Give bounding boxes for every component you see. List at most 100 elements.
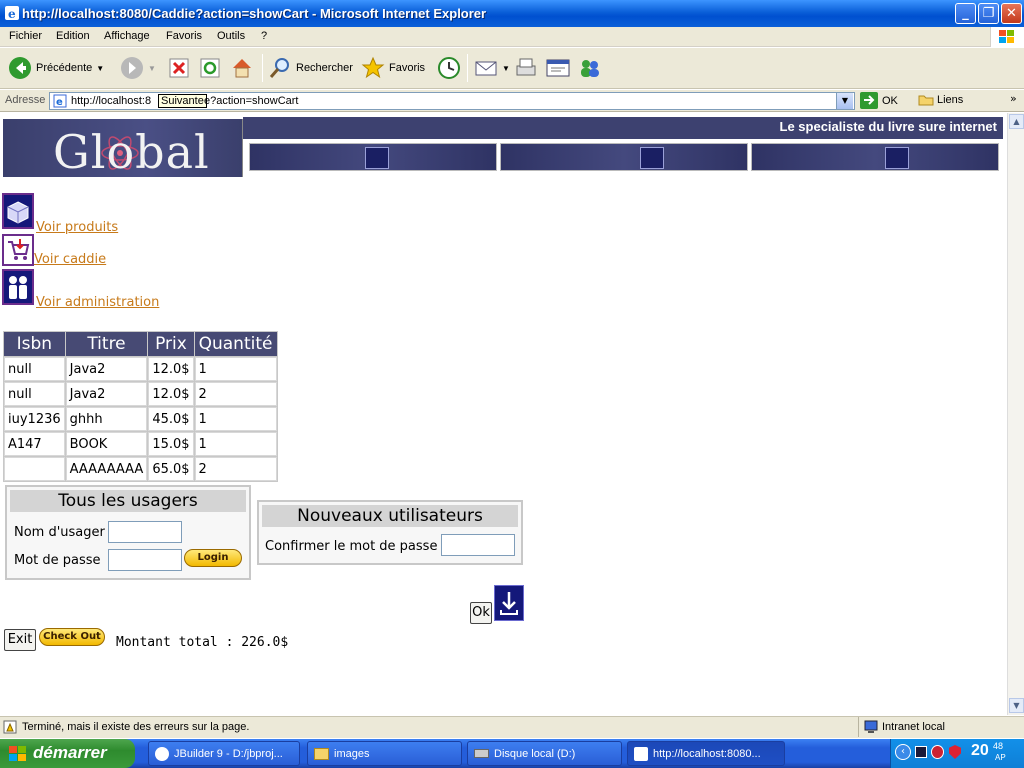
cube-icon [7, 201, 29, 224]
task-local-disk[interactable]: Disque local (D:) [467, 741, 622, 766]
box-nav-icon [885, 147, 909, 169]
page-content: Global Le specialiste du livre sure inte… [0, 113, 1007, 715]
view-cart-link[interactable]: Voir caddie [34, 252, 106, 267]
users-nav-icon [640, 147, 664, 169]
maximize-button[interactable]: ❐ [978, 3, 999, 24]
menu-help[interactable]: ? [261, 30, 267, 42]
username-input[interactable] [108, 521, 182, 543]
password-label: Mot de passe [14, 553, 101, 568]
confirm-password-input[interactable] [441, 534, 515, 556]
scroll-down-icon[interactable]: ▼ [1009, 698, 1024, 713]
ie-icon: e [5, 6, 19, 21]
clock-minutes: 48 [993, 741, 1004, 751]
home-button[interactable] [230, 53, 254, 83]
cell-title: AAAAAAAA [65, 457, 148, 481]
address-url-end: e?action=showCart [204, 95, 299, 107]
address-dropdown-icon[interactable]: ▼ [836, 93, 853, 109]
total-amount: Montant total : 226.0$ [116, 635, 289, 650]
task-images[interactable]: images [307, 741, 462, 766]
download-arrow-icon [500, 592, 518, 615]
clock-hour: 20 [971, 742, 989, 759]
security-alert-icon[interactable] [931, 745, 944, 759]
security-zone: Intranet local [882, 721, 945, 733]
login-button[interactable]: Login [184, 549, 242, 567]
windows-flag-icon [999, 30, 1014, 43]
network-icon[interactable] [915, 746, 927, 758]
cell-title: ghhh [65, 407, 148, 431]
password-input[interactable] [108, 549, 182, 571]
taskbar: démarrer JBuilder 9 - D:/jbproj... image… [0, 739, 1024, 768]
exit-button[interactable]: Exit [4, 629, 36, 651]
stop-icon [169, 58, 189, 78]
start-button[interactable]: démarrer [0, 739, 135, 768]
toolbar-separator [262, 54, 263, 82]
svg-text:e: e [8, 7, 16, 21]
edit-button[interactable] [545, 53, 571, 83]
table-header-row: Isbn Titre Prix Quantité [4, 332, 277, 356]
jbuilder-icon [155, 746, 169, 761]
messenger-button[interactable] [577, 53, 603, 83]
nav-cell-cart[interactable] [249, 143, 497, 171]
nav-cell-products[interactable] [751, 143, 999, 171]
forward-dropdown-icon[interactable]: ▼ [148, 64, 156, 73]
close-button[interactable]: ✕ [1001, 3, 1022, 24]
checkout-button[interactable]: Check Out [39, 628, 105, 646]
mail-button[interactable]: ▼ [474, 53, 510, 83]
admin-icon[interactable] [2, 269, 34, 305]
tray-expand-icon[interactable]: ‹ [895, 744, 911, 760]
view-products-link[interactable]: Voir produits [36, 220, 118, 235]
back-button[interactable]: Précédente ▼ [8, 53, 104, 83]
logo-text: Global [53, 125, 210, 179]
ok-button[interactable]: Ok [470, 602, 492, 624]
back-dropdown-icon[interactable]: ▼ [96, 64, 104, 73]
go-button[interactable]: OK [860, 92, 898, 109]
links-button[interactable]: Liens [918, 93, 963, 106]
search-label: Rechercher [296, 62, 353, 74]
forward-button[interactable]: ▼ [120, 53, 156, 83]
refresh-button[interactable] [199, 53, 221, 83]
status-bar: Terminé, mais il existe des erreurs sur … [0, 716, 1024, 738]
menu-bar: Fichier Edition Affichage Favoris Outils… [0, 27, 1024, 47]
shield-icon[interactable] [949, 745, 961, 759]
printer-icon [516, 58, 536, 76]
cell-isbn: null [4, 382, 65, 406]
menu-edition[interactable]: Edition [56, 30, 90, 42]
cell-price: 12.0$ [148, 382, 194, 406]
drive-icon [474, 749, 489, 758]
print-button[interactable] [513, 53, 539, 83]
login-panel: Tous les usagers Nom d'usager Mot de pas… [5, 485, 251, 580]
history-button[interactable] [436, 53, 462, 83]
menu-affichage[interactable]: Affichage [104, 30, 150, 42]
vertical-scrollbar[interactable]: ▲ ▼ [1007, 113, 1024, 715]
intranet-icon [864, 720, 878, 733]
task-jbuilder[interactable]: JBuilder 9 - D:/jbproj... [148, 741, 300, 766]
scroll-up-icon[interactable]: ▲ [1009, 114, 1024, 129]
shopping-cart-icon [8, 239, 30, 260]
favorites-button[interactable]: Favoris [361, 53, 425, 83]
table-row: null Java2 12.0$ 1 [4, 357, 277, 381]
cell-quantity: 2 [194, 457, 277, 481]
minimize-button[interactable]: _ [955, 3, 976, 24]
cell-title: BOOK [65, 432, 148, 456]
menu-outils[interactable]: Outils [217, 30, 245, 42]
chevron-right-icon[interactable]: » [1010, 92, 1017, 105]
view-admin-link[interactable]: Voir administration [36, 295, 159, 310]
windows-logo [990, 27, 1024, 47]
products-icon[interactable] [2, 193, 34, 229]
cell-price: 15.0$ [148, 432, 194, 456]
address-input[interactable]: e http://localhost:8 Suivante e?action=s… [49, 92, 855, 110]
back-arrow-icon [9, 57, 31, 79]
folder-icon [918, 95, 934, 106]
menu-fichier[interactable]: Fichier [9, 30, 42, 42]
stop-button[interactable] [168, 53, 190, 83]
search-button[interactable]: Rechercher [268, 53, 353, 83]
mail-dropdown-icon[interactable]: ▼ [502, 64, 510, 73]
download-button[interactable] [494, 585, 524, 621]
users-icon [9, 276, 27, 299]
menu-favoris[interactable]: Favoris [166, 30, 202, 42]
nav-cell-admin[interactable] [500, 143, 748, 171]
task-browser[interactable]: http://localhost:8080... [627, 741, 785, 766]
cell-isbn: null [4, 357, 65, 381]
cell-price: 45.0$ [148, 407, 194, 431]
cart-icon[interactable] [2, 234, 34, 266]
